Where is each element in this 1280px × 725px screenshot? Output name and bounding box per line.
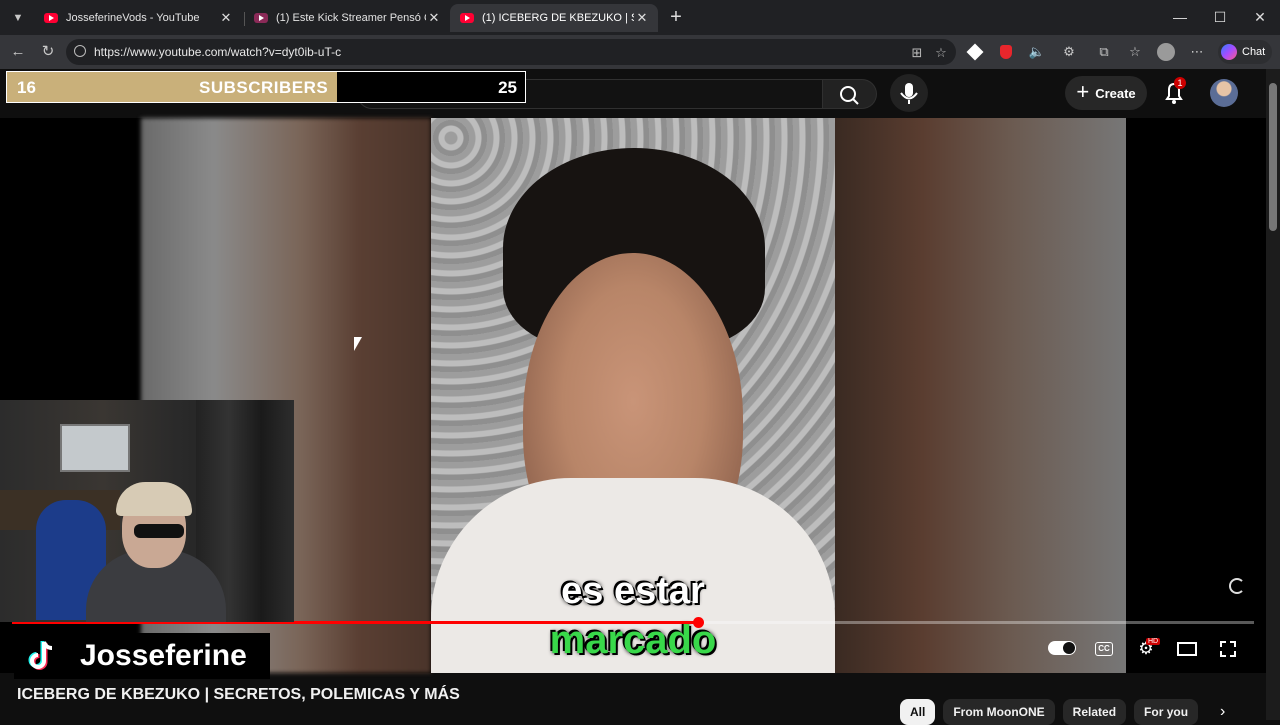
search-icon <box>840 86 859 105</box>
favorites-icon[interactable]: ☆ <box>1126 43 1144 61</box>
create-label: Create <box>1095 85 1136 101</box>
copilot-chat-button[interactable]: Chat <box>1218 40 1272 64</box>
subscriber-label: SUBSCRIBERS <box>199 78 329 97</box>
notification-badge: 1 <box>1174 77 1186 89</box>
chat-label: Chat <box>1242 46 1266 58</box>
streamer-sunglasses <box>134 524 184 538</box>
fullscreen-button[interactable] <box>1214 638 1242 660</box>
subscriber-goal-overlay: 16 SUBSCRIBERS 25 <box>6 71 526 103</box>
address-bar[interactable]: https://www.youtube.com/watch?v=dyt0ib-u… <box>66 39 956 65</box>
search-button[interactable] <box>823 79 877 109</box>
subscriber-goal-box: 25 <box>337 72 525 102</box>
chip-from-moonone[interactable]: From MoonONE <box>943 699 1055 725</box>
channel-watermark-icon[interactable] <box>1218 570 1252 604</box>
video-caption-line-2: marcado <box>549 618 717 662</box>
extensions-puzzle-icon[interactable]: ⚙ <box>1060 43 1078 61</box>
streamer-webcam <box>0 400 294 622</box>
youtube-favicon-icon <box>254 13 268 23</box>
url-text[interactable]: https://www.youtube.com/watch?v=dyt0ib-u… <box>94 45 341 59</box>
tab-title: (1) Este Kick Streamer Pensó Que <box>276 12 426 24</box>
captions-button[interactable]: CC <box>1090 638 1118 660</box>
chip-for-you[interactable]: For you <box>1134 699 1199 725</box>
tab-iceberg-active[interactable]: (1) ICEBERG DE KBEZUKO | SECRETOS ✕ <box>450 4 658 32</box>
split-view-icon[interactable]: ⧉ <box>1095 43 1113 61</box>
more-menu-icon[interactable]: ⋯ <box>1188 43 1206 61</box>
progress-scrubber[interactable] <box>692 617 704 628</box>
blurred-backdrop-right <box>835 118 1126 673</box>
subscriber-count: 16 <box>17 78 36 97</box>
browser-tab-strip: ▼ JosseferineVods - YouTube ✕ (1) Este K… <box>0 0 1280 35</box>
hd-badge: HD <box>1146 638 1161 645</box>
extension-shield-icon[interactable] <box>1000 45 1012 59</box>
voice-search-button[interactable] <box>890 74 928 112</box>
wall-sign <box>60 424 130 472</box>
profile-avatar-icon[interactable] <box>1157 43 1175 61</box>
youtube-favicon-icon <box>460 13 474 23</box>
plus-icon: + <box>1076 79 1090 104</box>
cc-icon: CC <box>1095 642 1113 656</box>
theater-mode-button[interactable] <box>1173 638 1201 660</box>
autoplay-toggle[interactable] <box>1048 641 1076 655</box>
tiktok-name-tag: Josseferine <box>14 633 270 679</box>
theater-icon <box>1177 642 1197 656</box>
streamer-cap <box>116 482 192 516</box>
video-frame[interactable]: es estar marcado <box>431 118 835 673</box>
new-tab-button[interactable]: + <box>665 6 687 28</box>
account-avatar[interactable] <box>1210 79 1238 107</box>
youtube-favicon-icon <box>44 13 58 23</box>
related-filter-chips: All From MoonONE Related For you <box>900 699 1199 725</box>
chip-all[interactable]: All <box>900 699 936 725</box>
chip-related[interactable]: Related <box>1062 699 1127 725</box>
extension-diamond-icon[interactable] <box>966 43 984 61</box>
tab-close-icon[interactable]: ✕ <box>218 10 234 26</box>
notifications-button[interactable]: 1 <box>1160 77 1188 107</box>
subscriber-goal: 25 <box>498 78 517 97</box>
video-title: ICEBERG DE KBEZUKO | SECRETOS, POLEMICAS… <box>17 686 460 703</box>
page-scrollbar[interactable] <box>1266 69 1280 720</box>
create-button[interactable]: + Create <box>1065 76 1147 110</box>
site-info-icon[interactable] <box>74 45 86 57</box>
tab-search-chevron-icon[interactable]: ▼ <box>6 6 30 30</box>
browser-toolbar: ← ↻ https://www.youtube.com/watch?v=dyt0… <box>0 35 1280 69</box>
copilot-icon <box>1221 44 1237 60</box>
settings-button[interactable]: ⚙ HD <box>1132 638 1161 660</box>
tab-title: JosseferineVods - YouTube <box>66 12 200 24</box>
tab-close-icon[interactable]: ✕ <box>426 10 442 26</box>
video-caption-line-1: es estar <box>561 570 705 612</box>
mic-icon <box>900 83 918 104</box>
refresh-icon[interactable]: ↻ <box>38 42 58 62</box>
tiktok-username: Josseferine <box>80 639 247 672</box>
tab-josseferinevods[interactable]: JosseferineVods - YouTube ✕ <box>34 4 242 32</box>
minimize-button[interactable]: — <box>1160 0 1200 35</box>
tiktok-icon <box>28 641 53 670</box>
tab-kick-streamer[interactable]: (1) Este Kick Streamer Pensó Que ✕ <box>244 4 450 32</box>
chevron-right-icon[interactable]: › <box>1220 703 1225 721</box>
maximize-button[interactable]: ☐ <box>1200 0 1240 35</box>
tab-close-icon[interactable]: ✕ <box>634 10 650 26</box>
volume-icon[interactable]: 🔈 <box>1028 43 1046 61</box>
scrollbar-thumb[interactable] <box>1269 83 1277 231</box>
tab-title: (1) ICEBERG DE KBEZUKO | SECRETOS <box>482 12 634 24</box>
close-window-button[interactable]: ✕ <box>1240 0 1280 35</box>
fullscreen-icon <box>1220 641 1236 657</box>
mouse-cursor-icon <box>354 337 362 351</box>
app-install-icon[interactable]: ⊞ <box>908 44 926 62</box>
bookmark-star-icon[interactable]: ☆ <box>932 44 950 62</box>
back-icon[interactable]: ← <box>8 42 28 62</box>
